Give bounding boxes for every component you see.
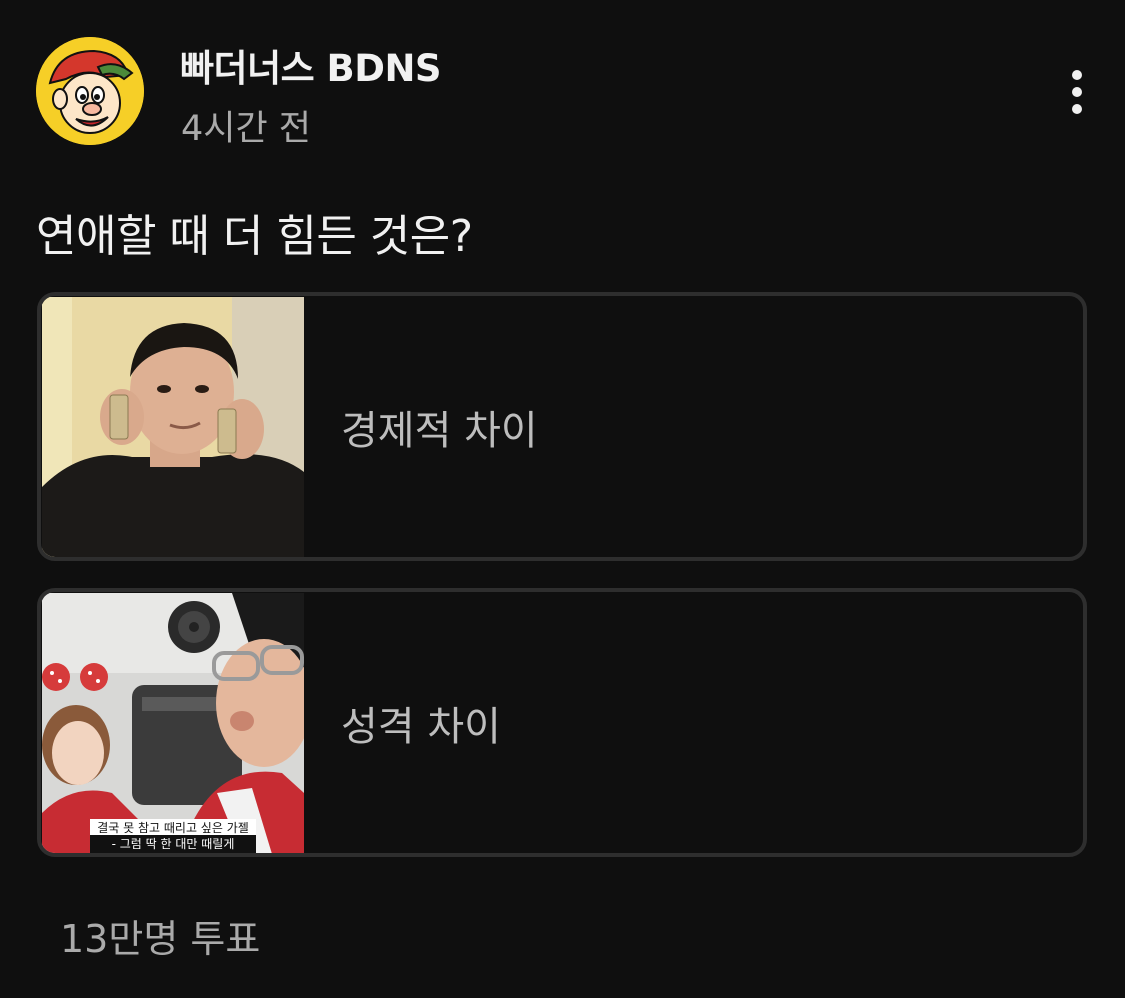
cartoon-face-icon: [36, 37, 144, 145]
poll-option-2[interactable]: 결국 못 참고 때리고 싶은 가젤 - 그럼 딱 한 대만 때릴게 성격 차이: [37, 588, 1087, 857]
vote-count: 13만명 투표: [60, 917, 261, 961]
post-timestamp: 4시간 전: [181, 109, 311, 149]
channel-avatar[interactable]: [36, 37, 144, 145]
poll-option-1[interactable]: 경제적 차이: [37, 292, 1087, 561]
poll-question: 연애할 때 더 힘든 것은?: [36, 211, 473, 262]
option-2-caption-line-2: - 그럼 딱 한 대만 때릴게: [90, 835, 256, 853]
option-2-label: 성격 차이: [341, 703, 501, 750]
community-post: 빠더너스 BDNS 4시간 전 연애할 때 더 힘든 것은? 경제적 차이 결국…: [0, 0, 1125, 998]
option-1-thumbnail: [42, 297, 304, 557]
more-vert-icon-dot: [1072, 104, 1082, 114]
option-1-label: 경제적 차이: [341, 407, 538, 454]
more-vert-icon-dot: [1072, 87, 1082, 97]
option-2-thumbnail: 결국 못 참고 때리고 싶은 가젤 - 그럼 딱 한 대만 때릴게: [42, 593, 304, 853]
more-options-button[interactable]: [1057, 62, 1097, 122]
more-vert-icon: [1072, 70, 1082, 80]
channel-name[interactable]: 빠더너스 BDNS: [180, 38, 442, 92]
